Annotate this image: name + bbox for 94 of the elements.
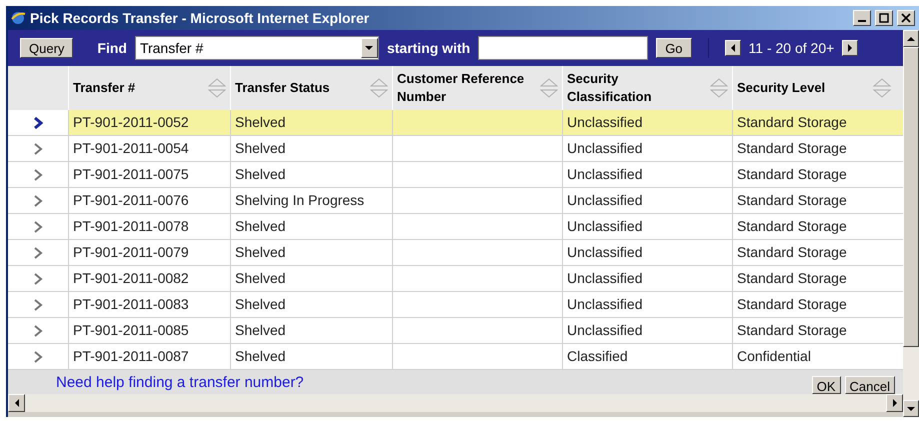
down-arrow-icon [907,404,915,412]
table-cell-text: Shelved [235,113,286,132]
table-row[interactable]: PT-901-2011-0087 Shelved Classified Confidential [8,344,903,370]
query-button[interactable]: Query [20,38,74,58]
column-header[interactable]: Transfer Status [235,79,330,97]
table-row[interactable]: PT-901-2011-0054 Shelved Unclassified Standard Storage [8,136,903,162]
table-cell-text: PT-901-2011-0076 [73,191,189,210]
paging-text: 11 - 20 of 20+ [748,38,834,58]
table-cell-text: Shelved [235,139,286,158]
table-cell-text: Shelved [235,347,286,366]
vertical-scrollbar[interactable] [903,30,919,417]
column-header[interactable]: Security Level [737,79,826,97]
table-cell-text: Unclassified [567,139,642,158]
table-cell-text: Standard Storage [737,295,847,314]
chevron-icon [33,168,43,180]
table-cell-text: Unclassified [567,191,642,210]
minimize-icon [858,20,866,22]
table-cell-text: Shelving In Progress [235,191,364,210]
chevron-icon [33,142,43,154]
table-cell-text: PT-901-2011-0083 [73,295,189,314]
table-cell-text: PT-901-2011-0087 [73,347,189,366]
cancel-button[interactable]: Cancel [844,376,895,394]
table-cell-text: Standard Storage [737,217,847,236]
table-cell-text: Unclassified [567,321,642,340]
previous-page-button[interactable] [724,40,741,56]
table-cell-text: Standard Storage [737,243,847,262]
close-icon [901,13,911,23]
table-cell-text: Shelved [235,243,286,262]
table-cell-text: Unclassified [567,269,642,288]
table-row[interactable]: PT-901-2011-0085 Shelved Unclassified Standard Storage [8,318,903,344]
next-page-button[interactable] [842,40,858,56]
table-cell-text: Confidential [737,347,811,366]
table-row[interactable]: PT-901-2011-0052 Shelved Unclassified Standard Storage [8,110,903,136]
column-header[interactable]: Transfer # [73,79,136,97]
table-row[interactable]: PT-901-2011-0082 Shelved Unclassified Standard Storage [8,266,903,292]
table-row[interactable]: PT-901-2011-0079 Shelved Unclassified Standard Storage [8,240,903,266]
table-row[interactable]: PT-901-2011-0075 Shelved Unclassified Standard Storage [8,162,903,188]
table-cell-text: Unclassified [567,243,642,262]
search-field[interactable] [478,36,648,60]
table-cell-text: Shelved [235,217,286,236]
table-cell-text: PT-901-2011-0054 [73,139,189,158]
table-cell-text: Standard Storage [737,139,847,158]
table-cell-text: Standard Storage [737,321,847,340]
browser-icon [10,10,26,26]
column-header[interactable]: Security Classification [567,70,697,106]
table-cell-text: Unclassified [567,113,642,132]
table-cell-text: Unclassified [567,165,642,184]
left-arrow-icon [12,399,20,407]
maximize-button[interactable] [875,10,893,26]
table-cell-text: PT-901-2011-0079 [73,243,189,262]
close-button[interactable] [897,10,915,26]
table-cell-text: Shelved [235,165,286,184]
table-cell-text: PT-901-2011-0078 [73,217,189,236]
table-cell-text: Unclassified [567,217,642,236]
horizontal-scrollbar[interactable] [8,394,903,412]
table-cell-text: Shelved [235,321,286,340]
table-row[interactable]: PT-901-2011-0078 Shelved Unclassified Standard Storage [8,214,903,240]
table-cell-text: Classified [567,347,628,366]
right-arrow-icon [890,399,898,407]
down-arrow-icon [365,44,374,52]
table-cell-text: Standard Storage [737,165,847,184]
table-row[interactable]: PT-901-2011-0083 Shelved Unclassified Standard Storage [8,292,903,318]
table-cell-text: Standard Storage [737,191,847,210]
chevron-icon [33,272,43,284]
starting-with-label: starting with [386,38,470,58]
table-row[interactable]: PT-901-2011-0076 Shelving In Progress Unclassified Standard Storage [8,188,903,214]
minimize-button[interactable] [853,10,871,26]
column-header[interactable]: Customer Reference Number [397,70,527,106]
up-arrow-icon [907,34,915,42]
table-cell-text: Shelved [235,295,286,314]
table-cell-text: Standard Storage [737,113,847,132]
find-label: Find [97,38,127,58]
table-cell-text: PT-901-2011-0085 [73,321,189,340]
table-cell-text: PT-901-2011-0052 [73,113,189,132]
left-arrow-icon [728,44,737,52]
chevron-icon [33,246,43,258]
chevron-icon [33,324,43,336]
table-cell-text: Standard Storage [737,269,847,288]
ok-button[interactable]: OK [812,376,841,394]
table-cell-text: Shelved [235,269,286,288]
chevron-icon [33,350,43,362]
help-link[interactable]: Need help finding a transfer number? [56,372,304,394]
table-cell-text: PT-901-2011-0075 [73,165,189,184]
window-title: Pick Records Transfer - Microsoft Internet Explorer [30,8,370,28]
table-cell-text: Unclassified [567,295,642,314]
chevron-icon [33,220,43,232]
chevron-icon [33,194,43,206]
go-button[interactable]: Go [656,38,692,58]
chevron-icon [33,116,43,128]
maximize-icon [879,13,889,23]
find-select[interactable]: Transfer # [134,36,379,60]
chevron-icon [33,298,43,310]
table-cell-text: PT-901-2011-0082 [73,269,189,288]
right-arrow-icon [846,44,854,52]
